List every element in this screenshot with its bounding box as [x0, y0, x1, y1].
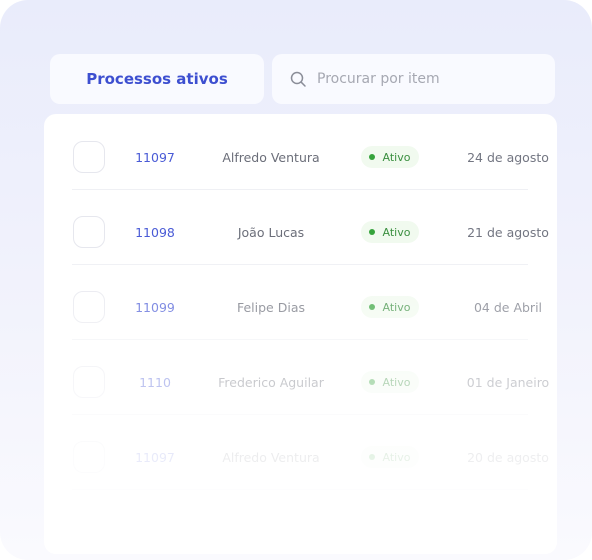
- process-name: Alfredo Ventura: [222, 149, 320, 165]
- row-checkbox[interactable]: [73, 141, 105, 173]
- process-id[interactable]: 11097: [124, 114, 186, 200]
- row-checkbox[interactable]: [73, 366, 105, 398]
- row-checkbox[interactable]: [73, 291, 105, 323]
- table-row[interactable]: 11097 Alfredo Ventura Ativo 20 de agosto: [72, 414, 549, 490]
- table-row[interactable]: 11098 João Lucas Ativo 21 de agosto: [72, 189, 549, 265]
- status-badge: Ativo: [360, 371, 420, 393]
- table-row[interactable]: 11097 Alfredo Ventura Ativo 24 de agosto: [72, 114, 549, 190]
- status-label: Ativo: [382, 150, 411, 164]
- status-badge: Ativo: [360, 221, 420, 243]
- process-date: 21 de agosto: [467, 224, 549, 240]
- process-date: 20 de agosto: [467, 449, 549, 465]
- process-name: Frederico Aguilar: [218, 374, 324, 390]
- status-badge: Ativo: [360, 446, 420, 468]
- status-dot: [368, 154, 375, 160]
- row-checkbox[interactable]: [73, 441, 105, 473]
- status-dot: [368, 229, 375, 235]
- search-bar[interactable]: [272, 54, 555, 104]
- process-date: 04 de Abril: [473, 299, 543, 315]
- process-name: João Lucas: [237, 224, 305, 240]
- process-id[interactable]: 11098: [124, 189, 186, 275]
- search-icon: [290, 71, 306, 87]
- process-date: 24 de agosto: [467, 149, 549, 165]
- process-id[interactable]: 11097: [124, 414, 186, 500]
- status-label: Ativo: [382, 375, 411, 389]
- status-label: Ativo: [382, 450, 411, 464]
- process-name: Felipe Dias: [236, 299, 305, 315]
- process-date: 01 de Janeiro: [466, 374, 550, 390]
- status-badge: Ativo: [360, 296, 420, 318]
- status-label: Ativo: [382, 300, 411, 314]
- process-name: Alfredo Ventura: [222, 449, 320, 465]
- row-checkbox[interactable]: [73, 216, 105, 248]
- status-dot: [368, 379, 375, 385]
- process-id[interactable]: 1110: [124, 339, 186, 425]
- status-dot: [368, 304, 375, 310]
- process-table: 11097 Alfredo Ventura Ativo 24 de agosto…: [44, 114, 557, 554]
- table-row[interactable]: 11099 Felipe Dias Ativo 04 de Abril: [72, 264, 542, 340]
- tab-label: Processos ativos: [86, 70, 228, 88]
- table-row[interactable]: 1110 Frederico Aguilar Ativo 01 de Janei…: [72, 339, 549, 415]
- process-id[interactable]: 11099: [124, 264, 186, 350]
- status-badge: Ativo: [360, 146, 420, 168]
- status-label: Ativo: [382, 225, 411, 239]
- search-input[interactable]: [315, 70, 539, 88]
- status-dot: [368, 454, 375, 460]
- tab-processos-ativos[interactable]: Processos ativos: [50, 54, 264, 104]
